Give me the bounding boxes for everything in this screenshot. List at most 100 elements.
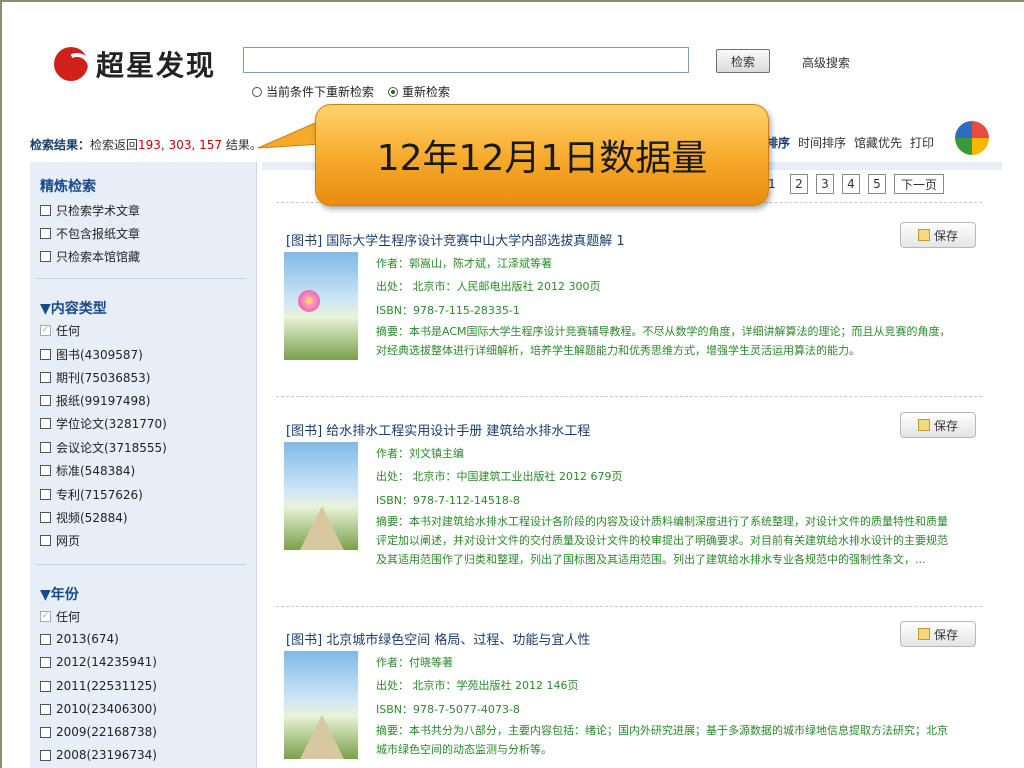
result-source: 出处： 北京市：人民邮电出版社 2012 300页 bbox=[376, 280, 601, 293]
result-abstract: 摘要：本书是ACM国际大学生程序设计竞赛辅导教程。不尽从数学的角度，详细讲解算法… bbox=[376, 325, 951, 357]
checkbox-icon[interactable] bbox=[40, 656, 51, 668]
result-author: 作者：刘文镇主编 bbox=[376, 447, 464, 460]
sort-relevance[interactable]: 排序 bbox=[766, 134, 790, 151]
save-button[interactable]: 保存 bbox=[900, 621, 976, 647]
year-2012[interactable]: 2012(14235941) bbox=[40, 655, 157, 669]
search-mode-radios: 当前条件下重新检索 重新检索 bbox=[252, 83, 464, 100]
statistics-chart-icon[interactable] bbox=[955, 121, 989, 155]
checkbox-icon[interactable] bbox=[40, 703, 51, 715]
page-5[interactable]: 5 bbox=[868, 174, 886, 194]
checkbox-icon[interactable] bbox=[40, 726, 51, 738]
checkbox-icon[interactable] bbox=[40, 535, 51, 546]
divider bbox=[276, 396, 982, 397]
result-title[interactable]: [图书] 国际大学生程序设计竞赛中山大学内部选拔真题解 1 bbox=[286, 230, 625, 249]
checkbox-icon[interactable] bbox=[40, 349, 51, 360]
filter-label: 2010(23406300) bbox=[56, 702, 157, 716]
content-type-conference[interactable]: 会议论文(3718555) bbox=[40, 439, 167, 456]
checkbox-icon[interactable] bbox=[40, 465, 51, 476]
checkbox-icon[interactable] bbox=[40, 633, 51, 645]
content-type-thesis[interactable]: 学位论文(3281770) bbox=[40, 415, 167, 432]
logo-text: 超星发现 bbox=[96, 49, 217, 82]
content-type-webpage[interactable]: 网页 bbox=[40, 532, 80, 549]
result-title[interactable]: [图书] 北京城市绿色空间 格局、过程、功能与宜人性 bbox=[286, 629, 590, 648]
filter-academic-only[interactable]: 只检索学术文章 bbox=[40, 202, 140, 219]
checked-checkbox-icon[interactable]: ✓ bbox=[40, 325, 51, 336]
sort-collection-first[interactable]: 馆藏优先 bbox=[854, 134, 902, 151]
content-type-title[interactable]: ▼内容类型 bbox=[40, 298, 107, 318]
filter-local-collection[interactable]: 只检索本馆馆藏 bbox=[40, 248, 140, 265]
content-type-newspaper[interactable]: 报纸(99197498) bbox=[40, 392, 150, 409]
save-button[interactable]: 保存 bbox=[900, 222, 976, 248]
filter-sidebar: 精炼检索 只检索学术文章 不包含报纸文章 只检索本馆馆藏 ▼内容类型 ✓ 任何 图… bbox=[30, 162, 257, 768]
content-type-book[interactable]: 图书(4309587) bbox=[40, 346, 143, 363]
filter-label: 只检索学术文章 bbox=[56, 204, 141, 218]
filter-label: 不包含报纸文章 bbox=[56, 227, 141, 241]
checkbox-icon[interactable] bbox=[40, 749, 51, 761]
filter-label: 网页 bbox=[56, 534, 81, 548]
filter-label: 会议论文(3718555) bbox=[56, 441, 167, 455]
radio-refine-search-label: 当前条件下重新检索 bbox=[266, 85, 375, 99]
checkbox-icon[interactable] bbox=[40, 228, 51, 239]
result-title[interactable]: [图书] 给水排水工程实用设计手册 建筑给水排水工程 bbox=[286, 420, 590, 439]
divider bbox=[36, 564, 246, 565]
checkbox-icon[interactable] bbox=[40, 418, 51, 429]
checkbox-icon[interactable] bbox=[40, 512, 51, 523]
checkbox-icon[interactable] bbox=[40, 680, 51, 692]
radio-refine-search[interactable] bbox=[252, 86, 262, 97]
refine-title: 精炼检索 bbox=[40, 179, 96, 195]
page-2[interactable]: 2 bbox=[790, 174, 808, 194]
save-label: 保存 bbox=[933, 627, 958, 642]
content-type-journal[interactable]: 期刊(75036853) bbox=[40, 369, 150, 386]
year-2011[interactable]: 2011(22531125) bbox=[40, 679, 157, 693]
search-button[interactable]: 检索 bbox=[716, 49, 770, 73]
flower-image bbox=[298, 290, 320, 312]
radio-new-search[interactable] bbox=[388, 86, 399, 97]
save-button[interactable]: 保存 bbox=[900, 412, 976, 438]
year-2010[interactable]: 2010(23406300) bbox=[40, 702, 157, 716]
content-type-patent[interactable]: 专利(7157626) bbox=[40, 486, 143, 503]
filter-exclude-newspaper[interactable]: 不包含报纸文章 bbox=[40, 225, 140, 242]
checked-checkbox-icon[interactable]: ✓ bbox=[40, 611, 51, 622]
callout-annotation: 12年12月1日数据量 bbox=[315, 104, 769, 206]
content-type-standard[interactable]: 标准(548384) bbox=[40, 462, 135, 479]
logo[interactable]: 超星发现 bbox=[54, 44, 216, 84]
result-source: 出处： 北京市：学苑出版社 2012 146页 bbox=[376, 679, 579, 692]
result-count: 193, 303, 157 bbox=[138, 138, 223, 152]
road-image bbox=[300, 715, 344, 759]
book-cover-thumbnail[interactable] bbox=[284, 252, 358, 360]
result-author: 作者：郭嵩山，陈才斌，江泽斌等著 bbox=[376, 257, 552, 270]
year-2009[interactable]: 2009(22168738) bbox=[40, 725, 157, 739]
result-author: 作者：付晓等著 bbox=[376, 656, 453, 669]
checkbox-icon[interactable] bbox=[40, 372, 51, 383]
search-input[interactable] bbox=[243, 47, 689, 73]
content-type-video[interactable]: 视频(52884) bbox=[40, 509, 128, 526]
year-2013[interactable]: 2013(674) bbox=[40, 632, 119, 646]
checkbox-icon[interactable] bbox=[40, 205, 51, 216]
save-icon bbox=[917, 628, 930, 640]
sort-bar: 排序 时间排序 馆藏优先 打印 bbox=[766, 134, 934, 151]
year-any[interactable]: ✓ 任何 bbox=[40, 608, 80, 625]
filter-label: 期刊(75036853) bbox=[56, 371, 151, 385]
checkbox-icon[interactable] bbox=[40, 251, 51, 262]
sort-by-time[interactable]: 时间排序 bbox=[798, 134, 846, 151]
result-isbn: ISBN：978-7-112-14518-8 bbox=[376, 494, 520, 507]
result-summary-prefix: 检索返回 bbox=[90, 138, 139, 152]
book-cover-thumbnail[interactable] bbox=[284, 651, 358, 759]
checkbox-icon[interactable] bbox=[40, 442, 51, 453]
book-cover-thumbnail[interactable] bbox=[284, 442, 358, 550]
checkbox-icon[interactable] bbox=[40, 489, 51, 500]
print-link[interactable]: 打印 bbox=[910, 134, 934, 151]
radio-new-search-label: 重新检索 bbox=[402, 85, 451, 99]
year-2008[interactable]: 2008(23196734) bbox=[40, 748, 157, 762]
save-icon bbox=[917, 229, 930, 241]
result-isbn: ISBN：978-7-5077-4073-8 bbox=[376, 703, 520, 716]
page-3[interactable]: 3 bbox=[816, 174, 834, 194]
content-type-any[interactable]: ✓ 任何 bbox=[40, 322, 80, 339]
advanced-search-link[interactable]: 高级搜索 bbox=[802, 54, 850, 71]
next-page-button[interactable]: 下一页 bbox=[894, 174, 945, 194]
year-title[interactable]: ▼年份 bbox=[40, 584, 79, 604]
page-4[interactable]: 4 bbox=[842, 174, 860, 194]
filter-label: 标准(548384) bbox=[56, 464, 136, 478]
result-abstract: 摘要：本书共分为八部分，主要内容包括：绪论；国内外研究进展；基于多源数据的城市绿… bbox=[376, 724, 948, 756]
checkbox-icon[interactable] bbox=[40, 395, 51, 406]
